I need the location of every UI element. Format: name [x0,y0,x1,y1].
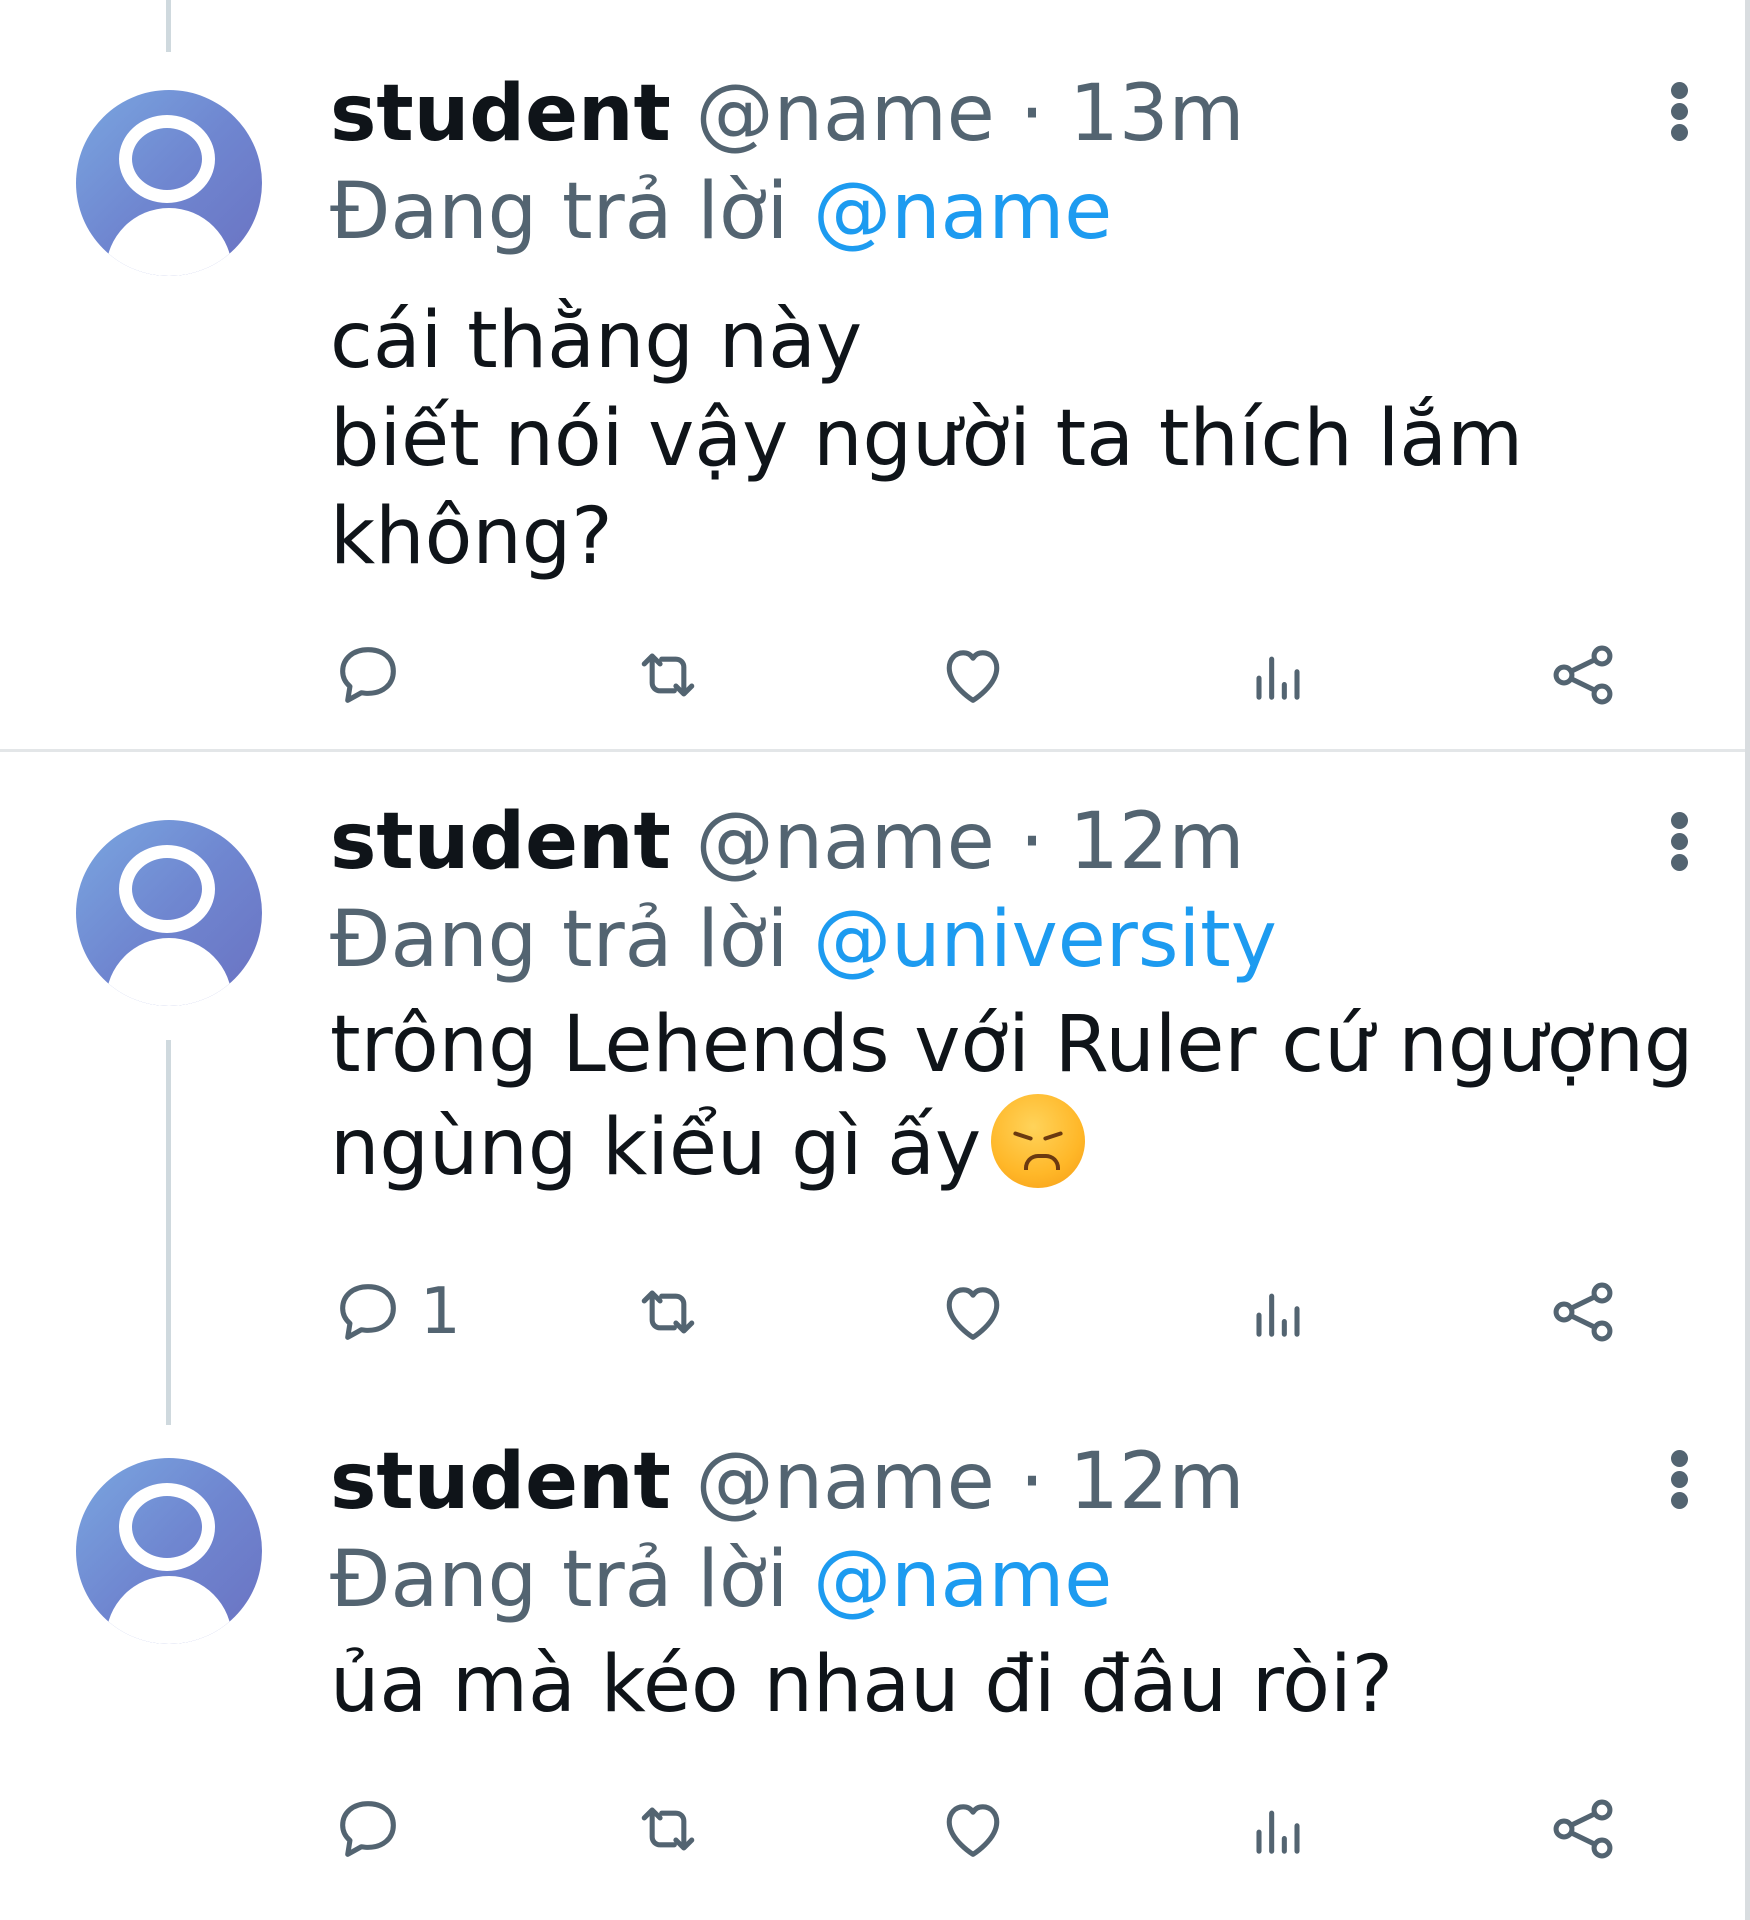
retweet-icon [641,653,695,697]
speech-bubble-icon [340,1284,396,1340]
more-dot [1671,124,1688,141]
tweet-header: student @name · 12m [330,794,1244,890]
share-icon [1553,1282,1613,1342]
author-handle[interactable]: @name [696,69,995,159]
tweet-1[interactable]: student @name · 13m Đang trả lời @name c… [0,0,1745,750]
heart-icon [946,650,1000,703]
views-button[interactable] [1240,1267,1316,1357]
tweet-header: student @name · 12m [330,1434,1244,1530]
avatar-body-shape [106,1576,232,1644]
share-button[interactable] [1545,1267,1621,1357]
tweet-text: trông Lehends với Ruler cứ ngượng ngùng … [330,996,1693,1197]
reply-mention-link[interactable]: @university [813,895,1277,985]
share-icon [1553,1799,1613,1859]
replying-to-line: Đang trả lời @name [330,164,1112,260]
author-name[interactable]: student [330,797,671,887]
speech-bubble-icon [340,647,396,703]
tweet-text: ủa mà kéo nhau đi đâu ròi? [330,1640,1394,1730]
timestamp[interactable]: 13m [1069,69,1244,159]
more-options-button[interactable] [1655,1438,1705,1518]
retweet-icon [641,1807,695,1851]
tweet-header: student @name · 13m [330,66,1244,162]
retweet-button[interactable] [630,1784,706,1874]
author-name[interactable]: student [330,1437,671,1527]
author-handle[interactable]: @name [696,1437,995,1527]
author-name[interactable]: student [330,69,671,159]
views-button[interactable] [1240,1784,1316,1874]
replying-to-label: Đang trả lời [330,1535,789,1625]
disappointed-face-icon [991,1094,1086,1188]
avatar[interactable] [76,90,262,276]
heart-icon [946,1287,1000,1340]
retweet-button[interactable] [630,1267,706,1357]
heart-icon [946,1804,1000,1857]
bar-chart-icon [1256,1810,1300,1854]
like-button[interactable] [935,630,1011,720]
replying-to-line: Đang trả lời @name [330,1532,1112,1628]
replying-to-line: Đang trả lời @university [330,892,1277,988]
avatar-body-shape [106,208,232,276]
emoji-mouth [1024,1154,1061,1170]
reply-mention-link[interactable]: @name [813,167,1112,257]
more-dot [1671,1471,1688,1488]
replying-to-label: Đang trả lời [330,895,789,985]
views-button[interactable] [1240,630,1316,720]
bar-chart-icon [1256,656,1300,700]
speech-bubble-icon [340,1801,396,1857]
avatar-head-shape [119,845,215,933]
more-dot [1671,1492,1688,1509]
avatar-head-shape [119,1483,215,1571]
more-dot [1671,833,1688,850]
reply-button[interactable] [330,1784,420,1874]
avatar[interactable] [76,820,262,1006]
emoji-eye [1042,1131,1064,1141]
more-dot [1671,103,1688,120]
more-vertical-icon [1671,812,1688,829]
reply-mention-link[interactable]: @name [813,1535,1112,1625]
avatar-body-shape [106,938,232,1006]
action-bar [330,1784,1660,1874]
retweet-button[interactable] [630,630,706,720]
reply-button[interactable]: 1 [330,1267,461,1357]
bar-chart-icon [1256,1293,1300,1337]
more-options-button[interactable] [1655,800,1705,880]
action-bar [330,630,1660,720]
share-icon [1553,645,1613,705]
timestamp[interactable]: 12m [1069,1437,1244,1527]
author-handle[interactable]: @name [696,797,995,887]
replying-to-label: Đang trả lời [330,167,789,257]
retweet-icon [641,1290,695,1334]
like-button[interactable] [935,1784,1011,1874]
more-options-button[interactable] [1655,70,1705,150]
tweet-text: cái thằng này biết nói vậy người ta thíc… [330,296,1524,582]
timestamp[interactable]: 12m [1069,797,1244,887]
emoji-eye [1012,1131,1034,1141]
scrollbar-edge [1745,0,1750,1920]
more-vertical-icon [1671,1450,1688,1467]
reply-count: 1 [420,1275,461,1349]
tweet-2[interactable]: student @name · 12m Đang trả lời @univer… [0,752,1745,1392]
separator-dot: · [1019,797,1045,887]
share-button[interactable] [1545,630,1621,720]
action-bar: 1 [330,1267,1660,1357]
more-dot [1671,854,1688,871]
separator-dot: · [1019,69,1045,159]
avatar[interactable] [76,1458,262,1644]
like-button[interactable] [935,1267,1011,1357]
share-button[interactable] [1545,1784,1621,1874]
more-vertical-icon [1671,82,1688,99]
avatar-head-shape [119,115,215,203]
reply-button[interactable] [330,630,420,720]
tweet-3[interactable]: student @name · 12m Đang trả lời @name ủ… [0,1392,1745,1920]
thread-connector [166,1040,171,1425]
separator-dot: · [1019,1437,1045,1527]
